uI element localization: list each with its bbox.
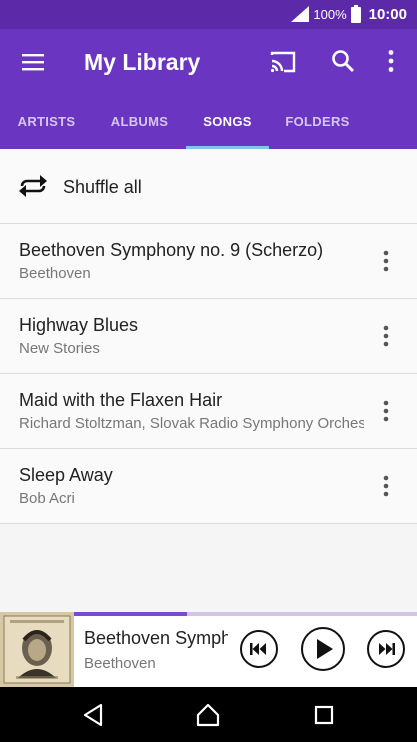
song-artist: Beethoven	[19, 265, 91, 282]
previous-track-button[interactable]	[239, 629, 279, 669]
more-vert-icon[interactable]	[378, 324, 394, 348]
more-vert-icon[interactable]	[378, 474, 394, 498]
list-item[interactable]: Highway Blues New Stories	[0, 299, 417, 374]
tab-albums[interactable]: ALBUMS	[93, 108, 186, 149]
tab-artists[interactable]: ARTISTS	[0, 108, 93, 149]
search-icon[interactable]	[331, 49, 355, 73]
status-indicators: 100% 10:00	[291, 5, 407, 23]
battery-percent: 100%	[313, 6, 347, 22]
next-track-button[interactable]	[366, 629, 406, 669]
album-art[interactable]	[0, 612, 74, 687]
mini-player[interactable]: Beethoven Symphony no. 9 (Scherzo) Beeth…	[0, 612, 417, 687]
menu-icon[interactable]	[22, 53, 44, 71]
app-bar: My Library ARTISTS ALBUMS SONGS FOLDERS	[0, 29, 417, 149]
tab-songs[interactable]: SONGS	[186, 108, 269, 149]
shuffle-all-button[interactable]: Shuffle all	[0, 149, 417, 224]
clock: 10:00	[368, 5, 407, 23]
now-playing-title: Beethoven Symphony no. 9 (Scherzo)	[84, 628, 228, 648]
page-title: My Library	[84, 49, 201, 75]
more-vert-icon[interactable]	[378, 399, 394, 423]
battery-icon	[350, 5, 361, 23]
system-nav-bar	[0, 687, 417, 742]
playback-progress-fill	[74, 612, 188, 616]
tab-bar: ARTISTS ALBUMS SONGS FOLDERS	[0, 108, 417, 149]
play-button[interactable]	[300, 626, 346, 672]
song-title: Maid with the Flaxen Hair	[19, 390, 223, 410]
tab-folders[interactable]: FOLDERS	[269, 108, 366, 149]
back-icon[interactable]	[82, 703, 104, 727]
beethoven-portrait-image	[0, 612, 74, 687]
list-item[interactable]: Maid with the Flaxen Hair Richard Stoltz…	[0, 374, 417, 449]
more-vert-icon[interactable]	[384, 49, 398, 73]
shuffle-all-label: Shuffle all	[63, 177, 142, 197]
song-title: Sleep Away	[19, 465, 113, 485]
signal-icon	[291, 6, 310, 22]
song-title: Beethoven Symphony no. 9 (Scherzo)	[19, 240, 324, 260]
song-artist: Bob Acri	[19, 490, 75, 507]
shuffle-icon	[19, 175, 47, 197]
now-playing-artist: Beethoven	[84, 655, 156, 672]
song-list: Shuffle all Beethoven Symphony no. 9 (Sc…	[0, 149, 417, 524]
recent-apps-icon[interactable]	[314, 705, 334, 725]
list-item[interactable]: Beethoven Symphony no. 9 (Scherzo) Beeth…	[0, 224, 417, 299]
status-bar: 100% 10:00	[0, 0, 417, 29]
song-artist: New Stories	[19, 340, 100, 357]
home-icon[interactable]	[196, 703, 220, 727]
cast-icon[interactable]	[269, 50, 297, 74]
list-item[interactable]: Sleep Away Bob Acri	[0, 449, 417, 524]
more-vert-icon[interactable]	[378, 249, 394, 273]
playback-progress[interactable]	[74, 612, 417, 616]
song-artist: Richard Stoltzman, Slovak Radio Symphony…	[19, 415, 364, 432]
song-title: Highway Blues	[19, 315, 139, 335]
